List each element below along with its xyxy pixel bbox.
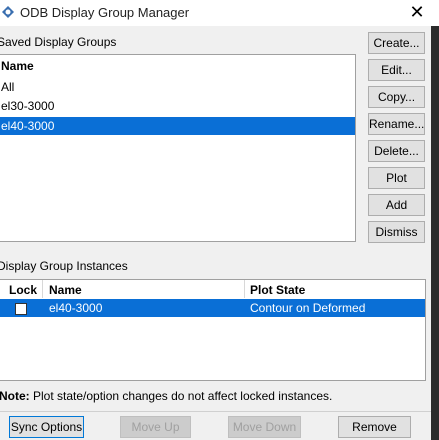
copy-button[interactable]: Copy... — [368, 86, 425, 108]
column-header-lock[interactable]: Lock — [9, 283, 37, 297]
window-title: ODB Display Group Manager — [20, 5, 190, 20]
remove-button[interactable]: Remove — [338, 416, 411, 438]
move-down-button[interactable]: Move Down — [228, 416, 301, 438]
lock-checkbox[interactable] — [15, 303, 27, 315]
column-header-name[interactable]: Name — [49, 283, 82, 297]
delete-button[interactable]: Delete... — [368, 140, 425, 162]
note-text: Note: Plot state/option changes do not a… — [0, 389, 332, 403]
list-item-all[interactable]: All — [0, 78, 355, 96]
plot-button[interactable]: Plot — [368, 167, 425, 189]
column-header-plot-state[interactable]: Plot State — [250, 283, 305, 297]
background-window-edge — [431, 26, 439, 440]
rename-button[interactable]: Rename... — [368, 113, 425, 135]
column-separator — [244, 280, 245, 298]
row-name-cell: el40-3000 — [49, 301, 103, 315]
divider — [0, 411, 439, 412]
edit-button[interactable]: Edit... — [368, 59, 425, 81]
instances-label: Display Group Instances — [0, 259, 128, 273]
row-plot-state-cell: Contour on Deformed — [250, 301, 366, 315]
sync-options-button[interactable]: Sync Options — [9, 416, 84, 438]
create-button[interactable]: Create... — [368, 32, 425, 54]
note-message: Plot state/option changes do not affect … — [33, 389, 333, 403]
dismiss-button[interactable]: Dismiss — [368, 221, 425, 243]
move-up-button[interactable]: Move Up — [120, 416, 191, 438]
saved-groups-label: Saved Display Groups — [0, 35, 117, 49]
list-item-el30-3000[interactable]: el30-3000 — [0, 97, 355, 115]
saved-groups-header: Name — [1, 59, 34, 73]
note-prefix: Note: — [0, 389, 30, 403]
list-item-el40-3000[interactable]: el40-3000 — [0, 117, 355, 135]
column-separator — [42, 280, 43, 298]
close-icon[interactable]: ✕ — [402, 0, 432, 24]
add-button[interactable]: Add — [368, 194, 425, 216]
app-icon — [2, 6, 14, 18]
